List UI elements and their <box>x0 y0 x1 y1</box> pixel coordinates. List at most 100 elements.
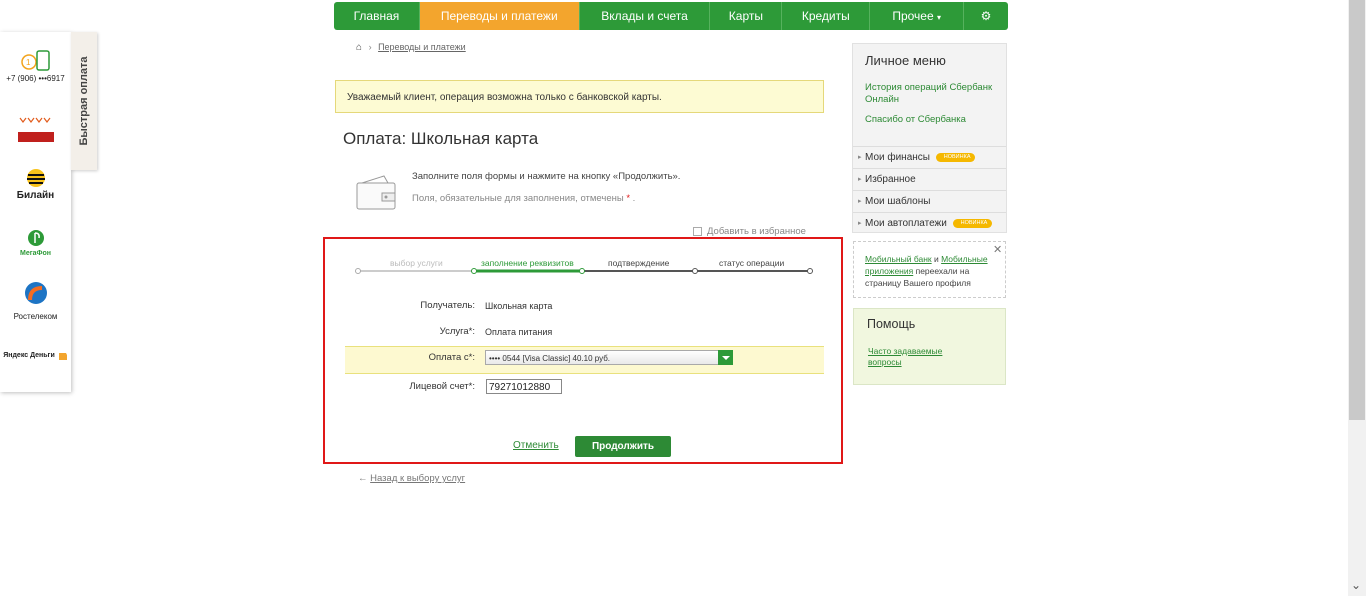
breadcrumb-link[interactable]: Переводы и платежи <box>378 42 466 52</box>
nav-other[interactable]: Прочее ▾ <box>870 2 965 30</box>
card-select[interactable]: •••• 0544 [Visa Classic] 40.10 руб. <box>485 350 733 365</box>
back-link-label: Назад к выбору услуг <box>370 473 466 484</box>
wallet-icon <box>356 175 396 210</box>
nav-other-dropdown-icon: ▾ <box>936 13 941 22</box>
continue-button[interactable]: Продолжить <box>575 436 671 457</box>
nav-deposits-label: Вклады и счета <box>601 9 688 23</box>
menu-item-autopay-label: Мои автоплатежи <box>865 218 947 229</box>
recipient-label: Получатель: <box>420 300 475 311</box>
nav-transfers[interactable]: Переводы и платежи <box>419 2 580 30</box>
step-confirm: подтверждение <box>608 258 670 268</box>
form-hint: Заполните поля формы и нажмите на кнопку… <box>412 171 681 182</box>
step-status: статус операции <box>719 258 785 268</box>
menu-item-autopay[interactable]: ▸ Мои автоплатежи НОВИНКА <box>853 212 1006 233</box>
nav-other-label: Прочее <box>892 9 934 23</box>
add-to-favorites[interactable]: Добавить в избранное <box>693 226 806 237</box>
step-dot-4 <box>692 268 698 274</box>
favorites-checkbox[interactable] <box>693 226 702 236</box>
nav-cards[interactable]: Карты <box>710 2 783 30</box>
top-nav: Главная Переводы и платежи Вклады и счет… <box>334 2 1008 30</box>
charity-logo-icon <box>17 117 54 142</box>
new-badge: НОВИНКА <box>935 152 976 162</box>
step-dot-5 <box>807 268 813 274</box>
quick-pay-panel: 1 +7 (906) •••6917 Билайн МегаФон Ростел… <box>0 32 71 392</box>
favorites-label: Добавить в избранное <box>707 226 806 237</box>
recipient-value: Школьная карта <box>485 301 553 311</box>
quick-pay-charity[interactable] <box>0 112 71 146</box>
nav-credits[interactable]: Кредиты <box>782 2 871 30</box>
menu-item-templates-label: Мои шаблоны <box>865 196 931 207</box>
pay-from-label: Оплата с*: <box>428 352 475 363</box>
megafon-logo-icon <box>27 230 44 246</box>
menu-item-favorites-label: Избранное <box>865 174 916 185</box>
arrow-right-icon: ▸ <box>858 198 862 205</box>
step-dot-2 <box>471 268 477 274</box>
breadcrumb-chevron-icon: › <box>368 42 372 52</box>
help-title: Помощь <box>867 317 916 331</box>
close-icon[interactable]: ✕ <box>993 243 1002 256</box>
step-fill-details: заполнение реквизитов <box>481 258 574 268</box>
mobile-note-text: Мобильный банк и Мобильные приложения пе… <box>865 253 990 289</box>
account-input[interactable]: 79271012880 <box>486 379 562 394</box>
quick-pay-megafon[interactable]: МегаФон <box>0 228 71 257</box>
scroll-thumb[interactable] <box>1349 0 1365 420</box>
scroll-down-icon[interactable]: ⌄ <box>1351 578 1361 592</box>
cancel-button[interactable]: Отменить <box>513 440 559 451</box>
quick-pay-tab[interactable]: Быстрая оплата <box>71 32 97 170</box>
mobile-bank-link[interactable]: Мобильный банк <box>865 254 932 264</box>
required-hint: Поля, обязательные для заполнения, отмеч… <box>412 193 636 204</box>
required-star: * <box>626 193 631 204</box>
nav-main-label: Главная <box>353 9 400 23</box>
account-label: Лицевой счет*: <box>409 381 475 392</box>
thanks-link[interactable]: Спасибо от Сбербанка <box>865 114 966 126</box>
rostelecom-label: Ростелеком <box>13 312 58 321</box>
service-value: Оплата питания <box>485 327 553 337</box>
nav-deposits[interactable]: Вклады и счета <box>580 2 711 30</box>
breadcrumb: ⌂ › Переводы и платежи <box>356 42 466 53</box>
svg-text:1: 1 <box>26 58 31 67</box>
back-link[interactable]: ← Назад к выбору услуг <box>358 473 465 484</box>
personal-menu-title: Личное меню <box>865 53 946 68</box>
history-link[interactable]: История операций Сбербанк Онлайн <box>865 82 1005 106</box>
step-dot-1 <box>355 268 361 274</box>
beeline-label: Билайн <box>16 190 55 201</box>
arrow-left-icon: ← <box>358 473 368 484</box>
gear-icon: ⚙ <box>980 9 992 23</box>
mobile-note-and: и <box>931 254 942 264</box>
rostelecom-logo-icon <box>24 282 47 304</box>
step-select-service: выбор услуги <box>390 258 443 268</box>
quick-pay-yandex-money[interactable]: Яндекс Деньги <box>0 350 71 361</box>
chevron-down-icon[interactable] <box>718 350 733 365</box>
quick-pay-phone[interactable]: 1 +7 (906) •••6917 <box>0 50 71 83</box>
new-badge: НОВИНКА <box>952 218 993 228</box>
page-title: Оплата: Школьная карта <box>343 129 539 148</box>
nav-transfers-label: Переводы и платежи <box>440 9 558 23</box>
nav-cards-label: Карты <box>728 9 763 23</box>
megafon-label: МегаФон <box>19 250 51 257</box>
menu-item-templates[interactable]: ▸ Мои шаблоны <box>853 190 1006 211</box>
service-label: Услуга*: <box>439 326 475 337</box>
wallet-orange-icon <box>58 353 67 360</box>
notice-banner: Уважаемый клиент, операция возможна толь… <box>335 80 824 113</box>
nav-credits-label: Кредиты <box>801 9 850 23</box>
phone-icon: 1 <box>20 50 50 71</box>
arrow-right-icon: ▸ <box>858 154 862 161</box>
quick-pay-beeline[interactable]: Билайн <box>0 168 71 201</box>
arrow-right-icon: ▸ <box>858 176 862 183</box>
nav-settings[interactable]: ⚙ <box>964 2 1008 30</box>
arrow-right-icon: ▸ <box>858 220 862 227</box>
step-dot-3 <box>579 268 585 274</box>
menu-item-finances[interactable]: ▸ Мои финансы НОВИНКА <box>853 146 1006 167</box>
faq-link[interactable]: Часто задаваемые вопросы <box>868 346 978 368</box>
card-select-value: •••• 0544 [Visa Classic] 40.10 руб. <box>489 354 611 363</box>
menu-item-finances-label: Мои финансы <box>865 152 930 163</box>
home-icon[interactable]: ⌂ <box>356 42 362 53</box>
nav-main[interactable]: Главная <box>334 2 420 30</box>
yandex-money-label: Яндекс Деньги <box>3 352 55 359</box>
quick-pay-phone-number: +7 (906) •••6917 <box>6 74 65 83</box>
menu-item-favorites[interactable]: ▸ Избранное <box>853 168 1006 189</box>
quick-pay-rostelecom[interactable]: Ростелеком <box>0 280 71 321</box>
required-hint-text: Поля, обязательные для заполнения, отмеч… <box>412 193 624 204</box>
beeline-logo-icon <box>26 169 45 187</box>
quick-pay-tab-label: Быстрая оплата <box>78 56 90 146</box>
